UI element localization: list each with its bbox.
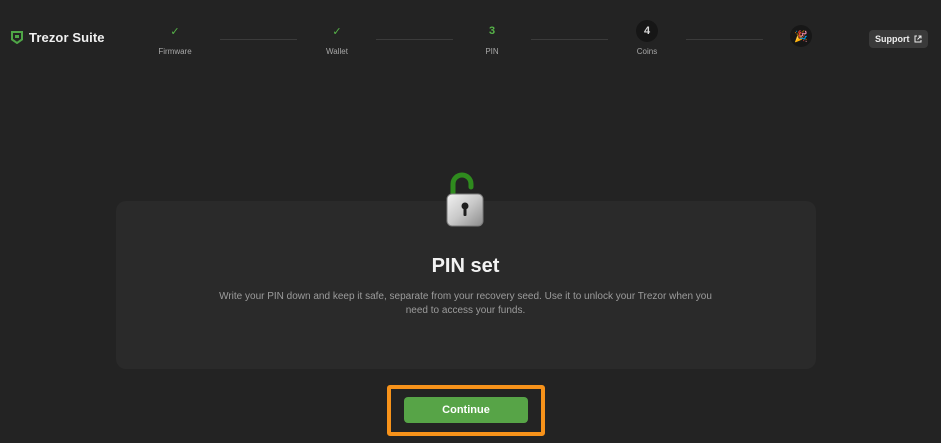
step-number-coins: 4 bbox=[636, 20, 658, 42]
page-title: PIN set bbox=[431, 255, 500, 277]
app-title: Trezor Suite bbox=[29, 30, 105, 45]
step-connector bbox=[220, 39, 297, 40]
continue-button[interactable]: Continue bbox=[404, 397, 528, 423]
step-wallet: ✓ Wallet bbox=[307, 20, 367, 57]
pin-description: Write your PIN down and keep it safe, se… bbox=[219, 291, 712, 316]
step-label-firmware: Firmware bbox=[158, 47, 192, 56]
step-label-pin: PIN bbox=[485, 47, 499, 56]
checkmark-icon: ✓ bbox=[170, 25, 180, 38]
support-button[interactable]: Support bbox=[869, 30, 928, 48]
party-popper-icon: 🎉 bbox=[790, 25, 812, 47]
checkmark-icon: ✓ bbox=[332, 25, 342, 38]
open-padlock-icon bbox=[446, 172, 484, 227]
trezor-shield-icon bbox=[11, 31, 23, 44]
step-firmware: ✓ Firmware bbox=[145, 20, 205, 57]
step-connector bbox=[376, 39, 453, 40]
external-link-icon bbox=[914, 35, 921, 43]
step-number-pin: 3 bbox=[488, 25, 496, 37]
header: Trezor Suite ✓ Firmware ✓ Wallet 3 PIN 4… bbox=[0, 0, 941, 80]
step-pin: 3 PIN bbox=[462, 20, 522, 56]
support-label: Support bbox=[875, 34, 910, 44]
step-label-wallet: Wallet bbox=[326, 47, 348, 56]
step-label-coins: Coins bbox=[636, 47, 658, 56]
trezor-logo: Trezor Suite bbox=[11, 30, 105, 45]
step-connector bbox=[686, 39, 763, 40]
step-coins: 4 Coins bbox=[617, 20, 677, 56]
step-connector bbox=[531, 39, 608, 40]
